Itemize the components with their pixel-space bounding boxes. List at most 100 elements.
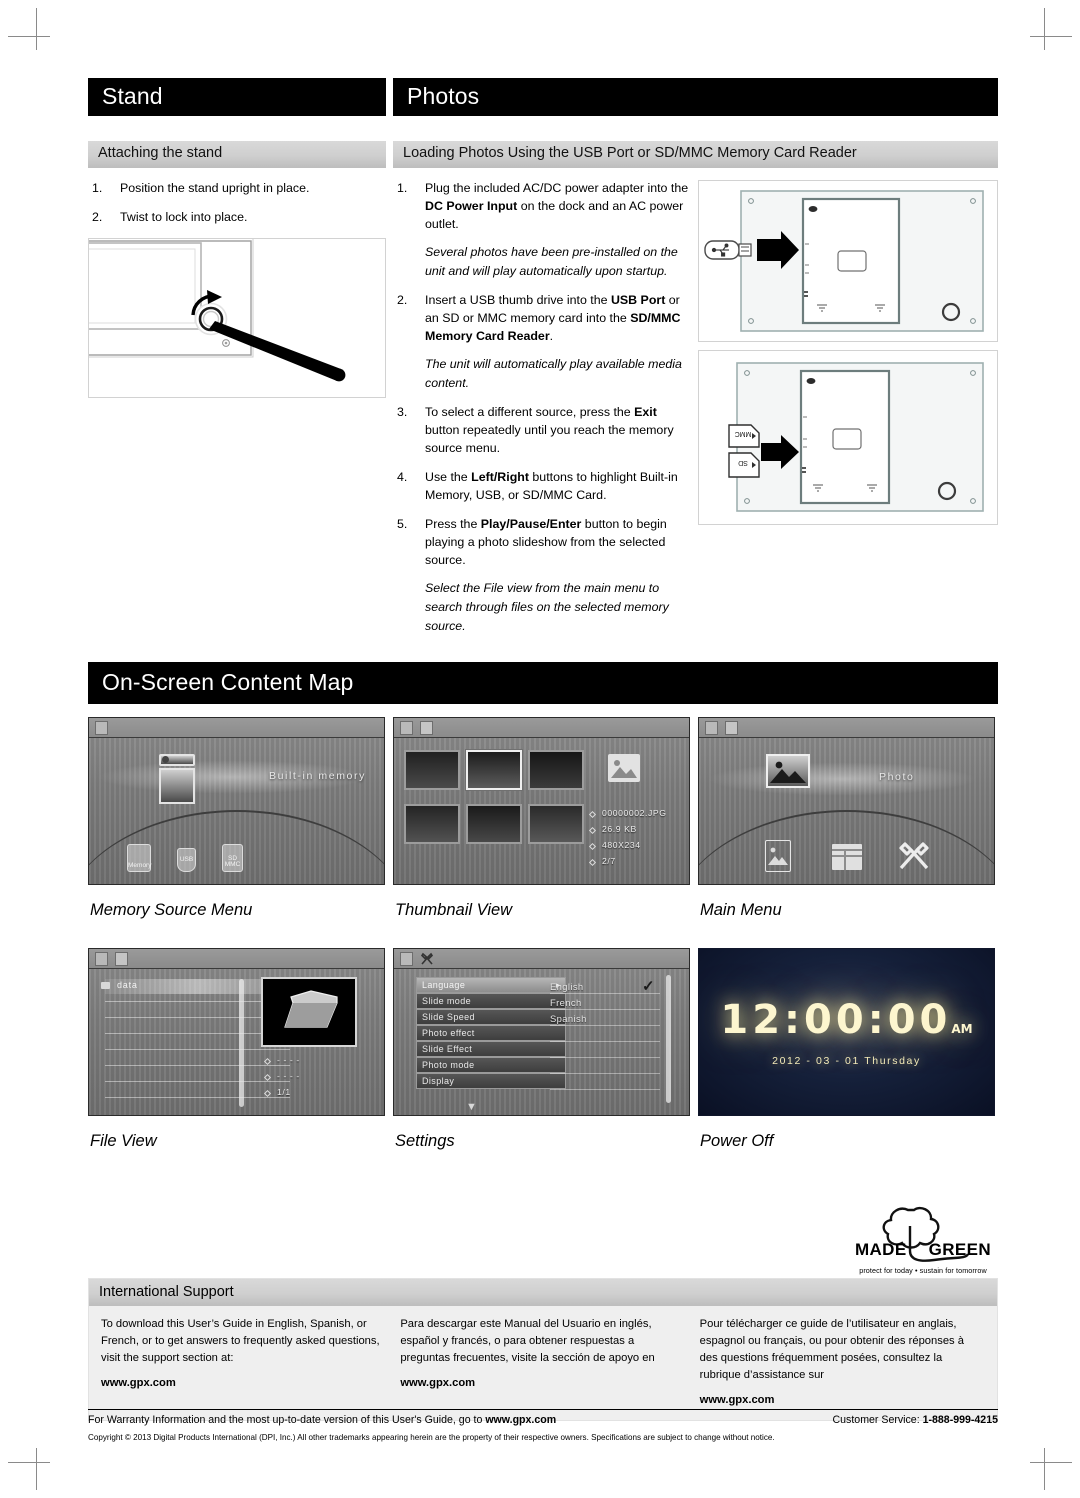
settings-item-slide-speed[interactable]: Slide Speed — [416, 1009, 566, 1025]
step-number: 1. — [92, 181, 103, 196]
photos-step: 3. To select a different source, press t… — [393, 404, 693, 458]
stand-illustration-svg — [89, 239, 346, 382]
step-number: 1. — [397, 181, 408, 196]
usb-insert-diagram — [698, 180, 998, 343]
glow-effect — [707, 762, 977, 797]
settings-option-french[interactable]: French — [550, 997, 582, 1008]
photo-icon-large[interactable] — [766, 754, 810, 789]
settings-option-english[interactable]: English — [550, 981, 584, 992]
status-bar-photo-icon — [420, 721, 433, 736]
option-divider — [550, 1009, 660, 1011]
folder-icon — [101, 982, 110, 990]
stand-step-list: 1. Position the stand upright in place. … — [88, 180, 386, 227]
settings-item-language[interactable]: Language ▸ — [416, 977, 566, 993]
step-text: Twist to lock into place. — [120, 210, 248, 225]
footer-copyright: Copyright © 2013 Digital Products Intern… — [88, 1433, 775, 1442]
file-size-meta: 26.9 KB — [602, 824, 637, 835]
file-name-label: data — [117, 980, 138, 991]
thumbnail-image[interactable] — [404, 804, 460, 845]
stand-section: Stand Attaching the stand 1. Position th… — [88, 78, 386, 399]
file-meta-line: - - - - — [277, 1055, 300, 1066]
photos-note: Several photos have been pre-installed o… — [425, 245, 678, 278]
crop-mark-br-v — [1044, 1448, 1045, 1490]
support-text: Pour télécharger ce guide de l’utilisate… — [699, 1318, 964, 1382]
settings-item-label: Photo effect — [422, 1028, 475, 1039]
made-green-logo: MADE GREEN protect for today • sustain fo… — [848, 1196, 998, 1282]
screen-status-bar — [394, 718, 689, 739]
step-text-bold: USB Port — [610, 293, 666, 308]
file-name-meta: 00000002.JPG — [602, 808, 667, 819]
screen-thumbnail-view: 00000002.JPG 26.9 KB 480X234 2/7 — [393, 717, 690, 886]
photo-menu-icon[interactable] — [765, 840, 791, 873]
thumbnail-image-selected[interactable] — [465, 749, 523, 792]
support-column-french: Pour télécharger ce guide de l’utilisate… — [700, 1316, 985, 1406]
footer-service-number: 1-888-999-4215 — [922, 1414, 998, 1426]
settings-option-spanish[interactable]: Spanish — [550, 1013, 587, 1024]
thumbnail-image[interactable] — [528, 750, 584, 791]
logo-green-text: GREEN — [928, 1240, 992, 1259]
usb-icon: USB — [177, 848, 196, 873]
file-row[interactable] — [105, 1081, 290, 1083]
sd-mmc-insert-diagram: MMC SD — [698, 350, 998, 526]
screen-status-bar — [89, 949, 384, 970]
file-meta-line: - - - - — [277, 1071, 300, 1082]
step-text: Insert a USB thumb drive into the USB Po… — [425, 292, 693, 346]
file-row[interactable] — [105, 1097, 290, 1099]
settings-item-display[interactable]: Display — [416, 1073, 566, 1089]
option-divider — [550, 1041, 660, 1043]
settings-menu-icon[interactable] — [897, 840, 931, 877]
step-text: Use the Left/Right buttons to highlight … — [425, 469, 693, 505]
footer-warranty-url[interactable]: www.gpx.com — [485, 1414, 556, 1426]
chevron-down-icon[interactable]: ▼ — [466, 1101, 477, 1113]
footer-warranty: For Warranty Information and the most up… — [88, 1414, 556, 1426]
international-support-section: International Support To download this U… — [88, 1278, 998, 1422]
support-url[interactable]: www.gpx.com — [700, 1394, 985, 1406]
settings-menu-list: Language ▸ Slide mode Slide Speed Photo e… — [416, 977, 566, 1097]
step-text-pre: Press the — [425, 517, 481, 532]
thumbnail-image[interactable] — [528, 804, 584, 845]
settings-item-photo-mode[interactable]: Photo mode — [416, 1057, 566, 1073]
step-text: To select a different source, press the … — [425, 404, 693, 458]
clock-meridiem: AM — [951, 1022, 973, 1037]
photos-step: 2. Insert a USB thumb drive into the USB… — [393, 292, 693, 346]
content-map-section: On-Screen Content Map Built-in memory Me… — [88, 662, 998, 1171]
settings-item-slide-mode[interactable]: Slide mode — [416, 993, 566, 1009]
thumbnail-image[interactable] — [404, 750, 460, 791]
photos-note: The unit will automatically play availab… — [425, 357, 682, 390]
svg-text:SD: SD — [738, 459, 748, 466]
settings-item-slide-effect[interactable]: Slide Effect — [416, 1041, 566, 1057]
file-index-meta: 1/1 — [277, 1087, 291, 1098]
file-row[interactable] — [105, 1049, 290, 1051]
step-text-pre: Insert a USB thumb drive into the — [425, 293, 611, 308]
settings-scrollbar[interactable] — [666, 975, 671, 1104]
support-url[interactable]: www.gpx.com — [400, 1377, 685, 1389]
content-map-title: On-Screen Content Map — [88, 662, 998, 705]
screenshot-caption: Power Off — [700, 1132, 774, 1151]
screenshot-cell-file-view: data - - - - - - - - 1/1 File View — [88, 948, 385, 1171]
logo-made-text: MADE — [854, 1240, 907, 1259]
clock-time-value: 12:00:00 — [720, 997, 952, 1044]
sd-mmc-icon: SD MMC — [222, 844, 243, 873]
step-number: 3. — [397, 405, 408, 420]
status-bar-icon — [400, 721, 413, 736]
thumbnail-image[interactable] — [466, 804, 522, 845]
step-number: 5. — [397, 517, 408, 532]
support-url[interactable]: www.gpx.com — [101, 1377, 386, 1389]
status-bar-folder-icon — [115, 952, 128, 967]
crop-mark-tl-v — [36, 8, 37, 50]
crop-mark-tr-h — [1030, 36, 1072, 37]
settings-item-photo-effect[interactable]: Photo effect — [416, 1025, 566, 1041]
file-row[interactable] — [105, 1065, 290, 1067]
support-column-spanish: Para descargar este Manual del Usuario e… — [400, 1316, 685, 1406]
step-number: 4. — [397, 470, 408, 485]
status-bar-icon — [95, 952, 108, 967]
step-number: 2. — [92, 210, 103, 225]
manual-page: Stand Attaching the stand 1. Position th… — [0, 0, 1080, 1498]
scrollbar[interactable] — [239, 979, 244, 1108]
photos-subsection-title: Loading Photos Using the USB Port or SD/… — [393, 141, 998, 169]
file-menu-icon[interactable] — [832, 844, 862, 871]
international-support-title: International Support — [89, 1279, 997, 1306]
step-text: Position the stand upright in place. — [120, 181, 310, 196]
file-index-meta: 2/7 — [602, 856, 616, 867]
settings-item-label: Slide Effect — [422, 1044, 473, 1055]
